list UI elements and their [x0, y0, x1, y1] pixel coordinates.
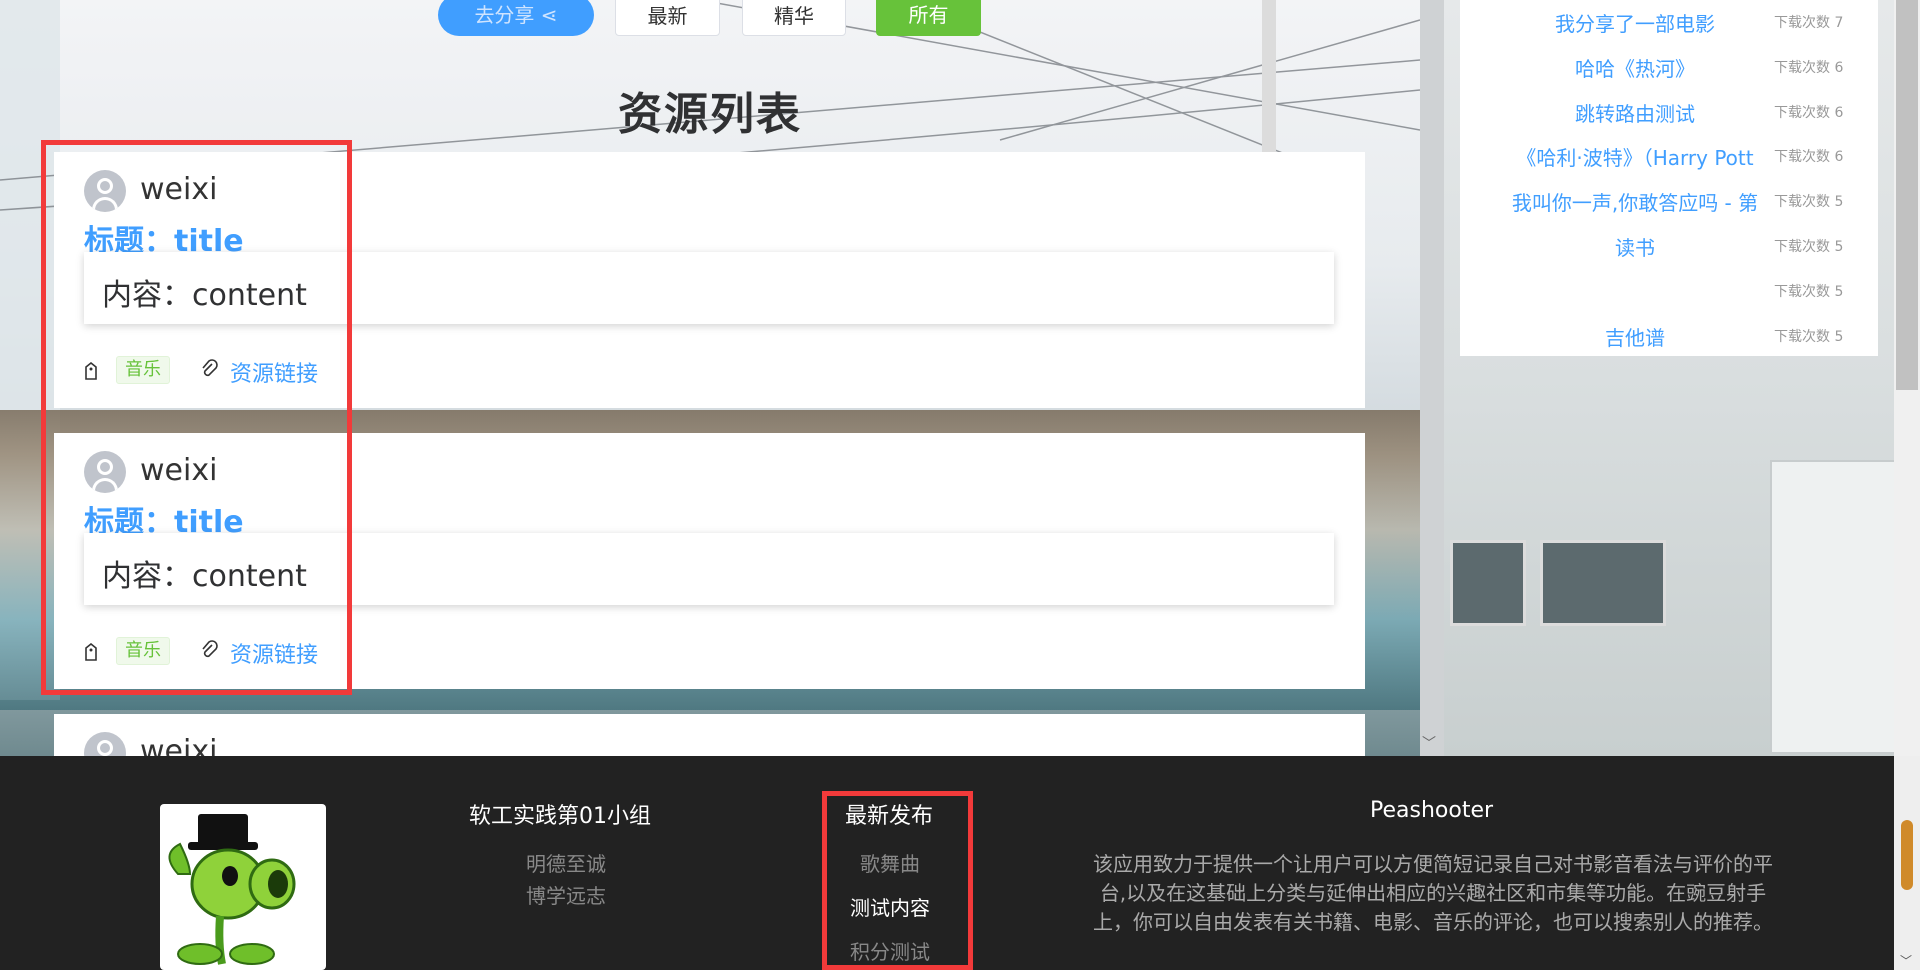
scroll-down-arrow-icon[interactable]: ﹀: [1900, 952, 1912, 969]
popular-item[interactable]: 《哈利·波特》（Harry Pott 下载次数 6: [1460, 134, 1878, 178]
filter-all-button[interactable]: 所有: [876, 0, 981, 36]
share-button-label: 去分享: [474, 3, 535, 27]
download-count: 下载次数 6: [1774, 60, 1844, 76]
background-window: [1540, 540, 1666, 626]
download-count: 下载次数 5: [1774, 239, 1844, 255]
popular-item[interactable]: 我分享了一部电影 下载次数 7: [1460, 0, 1878, 44]
background-garage-door: [1770, 460, 1914, 754]
popular-item-name[interactable]: 我叫你一声,你敢答应吗 - 第: [1490, 187, 1780, 216]
download-count: 下载次数 5: [1774, 329, 1844, 345]
popular-item[interactable]: 读书 下载次数 5: [1460, 224, 1878, 268]
page-scrollbar[interactable]: [1894, 0, 1920, 756]
motto-line: 博学远志: [526, 884, 606, 908]
footer-scrollbar-thumb[interactable]: [1901, 820, 1913, 890]
filter-latest-button[interactable]: 最新: [615, 0, 720, 36]
popular-item[interactable]: 哈哈《热河》 下载次数 6: [1460, 45, 1878, 89]
highlight-box: [822, 791, 973, 970]
popular-item-name[interactable]: 跳转路由测试: [1490, 98, 1780, 127]
peashooter-logo: [160, 804, 326, 970]
popular-item[interactable]: 跳转路由测试 下载次数 6: [1460, 90, 1878, 134]
background-window: [1450, 540, 1526, 626]
download-count: 下载次数 7: [1774, 15, 1844, 31]
page-scrollbar-thumb[interactable]: [1896, 0, 1918, 390]
content-scrollbar-track[interactable]: [1420, 0, 1444, 756]
app-title: Peashooter: [1370, 798, 1494, 823]
filter-best-button[interactable]: 精华: [742, 0, 846, 36]
avatar-icon[interactable]: [84, 732, 126, 756]
resource-card: weixi: [54, 714, 1365, 756]
popular-item-name[interactable]: 读书: [1490, 232, 1780, 261]
card-username[interactable]: weixi: [140, 734, 217, 756]
popular-item[interactable]: 吉他谱 下载次数 5: [1460, 314, 1878, 358]
popular-item-name[interactable]: 《哈利·波特》（Harry Pott: [1490, 142, 1780, 171]
share-button[interactable]: 去分享 ⋖: [438, 0, 594, 36]
motto-line: 明德至诚: [526, 852, 606, 876]
popular-item-name[interactable]: 哈哈《热河》: [1490, 53, 1780, 82]
group-title: 软工实践第01小组: [469, 804, 651, 829]
footer-scrollbar[interactable]: ﹀: [1894, 756, 1920, 970]
popular-item-name[interactable]: 我分享了一部电影: [1490, 8, 1780, 37]
download-count: 下载次数 5: [1774, 284, 1844, 300]
popular-item[interactable]: 下载次数 5: [1460, 269, 1878, 313]
app-description: 该应用致力于提供一个让用户可以方便简短记录自己对书影音看法与评价的平台,以及在这…: [1093, 852, 1773, 934]
download-count: 下载次数 6: [1774, 149, 1844, 165]
popular-resources-panel: 我分享了一部电影 下载次数 7 哈哈《热河》 下载次数 6 跳转路由测试 下载次数 6…: [1460, 0, 1878, 356]
download-count: 下载次数 6: [1774, 105, 1844, 121]
highlight-box: [41, 140, 352, 695]
popular-item-name[interactable]: 吉他谱: [1490, 322, 1780, 351]
popular-item[interactable]: 我叫你一声,你敢答应吗 - 第下载次数 5: [1460, 179, 1878, 223]
share-icon: ⋖: [540, 3, 558, 27]
scroll-down-arrow-icon[interactable]: ﹀: [1422, 733, 1436, 753]
page-title: 资源列表: [618, 89, 802, 140]
download-count: 下载次数 5: [1774, 194, 1844, 210]
